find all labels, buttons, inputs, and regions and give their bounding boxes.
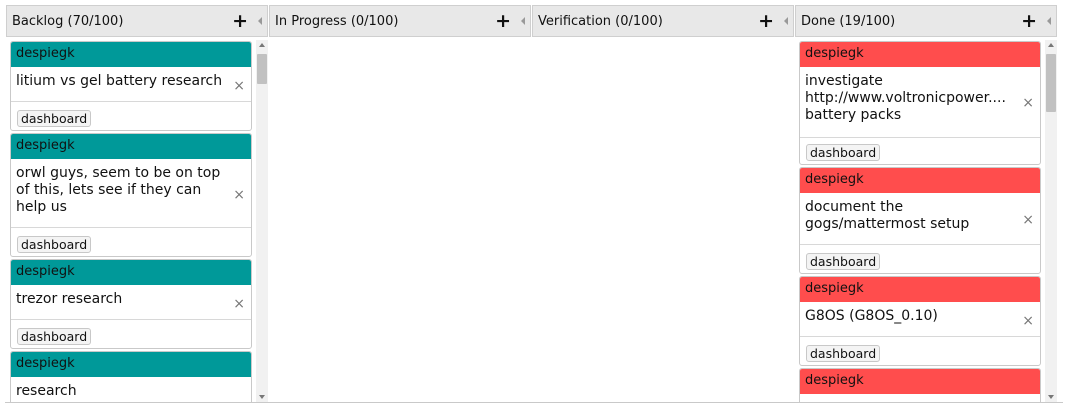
column-title-verification: Verification (0/100)	[538, 13, 663, 29]
close-icon[interactable]: ×	[233, 297, 245, 311]
column-scrollbar[interactable]	[256, 40, 268, 402]
tag-dashboard[interactable]: dashboard	[806, 144, 881, 161]
scroll-down-icon[interactable]	[259, 395, 265, 399]
card-title: trezor research	[16, 291, 123, 307]
card-owner: despiegk	[800, 168, 1040, 193]
close-icon[interactable]: ×	[1022, 213, 1034, 227]
card-title: litium vs gel battery research	[16, 73, 223, 89]
close-icon[interactable]: ×	[233, 188, 245, 202]
close-icon[interactable]: ×	[233, 79, 245, 93]
collapse-left-icon[interactable]	[784, 17, 788, 25]
column-header-done: Done (19/100) +	[795, 5, 1057, 37]
card[interactable]: despiegk	[799, 368, 1041, 402]
scroll-down-icon[interactable]	[1048, 395, 1054, 399]
column-scrollbar[interactable]	[1045, 40, 1057, 402]
tag-dashboard[interactable]: dashboard	[806, 345, 881, 362]
tag-dashboard[interactable]: dashboard	[806, 253, 881, 270]
plus-icon[interactable]: +	[1021, 10, 1037, 32]
card-owner: despiegk	[800, 277, 1040, 302]
tag-dashboard[interactable]: dashboard	[17, 236, 92, 253]
board-bottom-divider	[5, 402, 1063, 403]
card[interactable]: despiegk G8OS (G8OS_0.10) × dashboard	[799, 276, 1041, 366]
column-title-done: Done (19/100)	[801, 13, 896, 29]
card-title: investigate http://www.voltronicpower...…	[805, 73, 1006, 123]
column-title-in-progress: In Progress (0/100)	[275, 13, 399, 29]
plus-icon[interactable]: +	[758, 10, 774, 32]
card-owner: despiegk	[11, 42, 251, 67]
card-title: document the gogs/mattermost setup	[805, 199, 970, 232]
card-title: research	[16, 383, 77, 399]
card[interactable]: despiegk orwl guys, seem to be on top of…	[10, 133, 252, 257]
collapse-left-icon[interactable]	[258, 17, 262, 25]
card-title: orwl guys, seem to be on top of this, le…	[16, 165, 221, 215]
column-header-verification: Verification (0/100) +	[532, 5, 794, 37]
column-title-backlog: Backlog (70/100)	[12, 13, 124, 29]
column-body-done: despiegk investigate http://www.voltroni…	[799, 40, 1057, 402]
tag-dashboard[interactable]: dashboard	[17, 328, 92, 345]
collapse-left-icon[interactable]	[521, 17, 525, 25]
card-owner: despiegk	[800, 369, 1040, 394]
card[interactable]: despiegk document the gogs/mattermost se…	[799, 167, 1041, 274]
scroll-up-icon[interactable]	[259, 43, 265, 47]
card-owner: despiegk	[11, 134, 251, 159]
card-title: G8OS (G8OS_0.10)	[805, 308, 938, 324]
close-icon[interactable]: ×	[1022, 314, 1034, 328]
column-header-backlog: Backlog (70/100) +	[6, 5, 268, 37]
tag-dashboard[interactable]: dashboard	[17, 110, 92, 127]
card-owner: despiegk	[800, 42, 1040, 67]
scroll-up-icon[interactable]	[1048, 43, 1054, 47]
plus-icon[interactable]: +	[495, 10, 511, 32]
card[interactable]: despiegk trezor research × dashboard	[10, 259, 252, 349]
column-header-in-progress: In Progress (0/100) +	[269, 5, 531, 37]
card[interactable]: despiegk investigate http://www.voltroni…	[799, 41, 1041, 165]
card-owner: despiegk	[11, 260, 251, 285]
column-body-backlog: despiegk litium vs gel battery research …	[10, 40, 268, 402]
card[interactable]: despiegk research ×	[10, 351, 252, 402]
kanban-board: { "columns": [ { "title": "Backlog (70/1…	[0, 0, 1068, 418]
scroll-thumb[interactable]	[257, 54, 267, 84]
collapse-left-icon[interactable]	[1047, 17, 1051, 25]
card-owner: despiegk	[11, 352, 251, 377]
close-icon[interactable]: ×	[1022, 96, 1034, 110]
scroll-thumb[interactable]	[1046, 54, 1056, 112]
plus-icon[interactable]: +	[232, 10, 248, 32]
card[interactable]: despiegk litium vs gel battery research …	[10, 41, 252, 131]
